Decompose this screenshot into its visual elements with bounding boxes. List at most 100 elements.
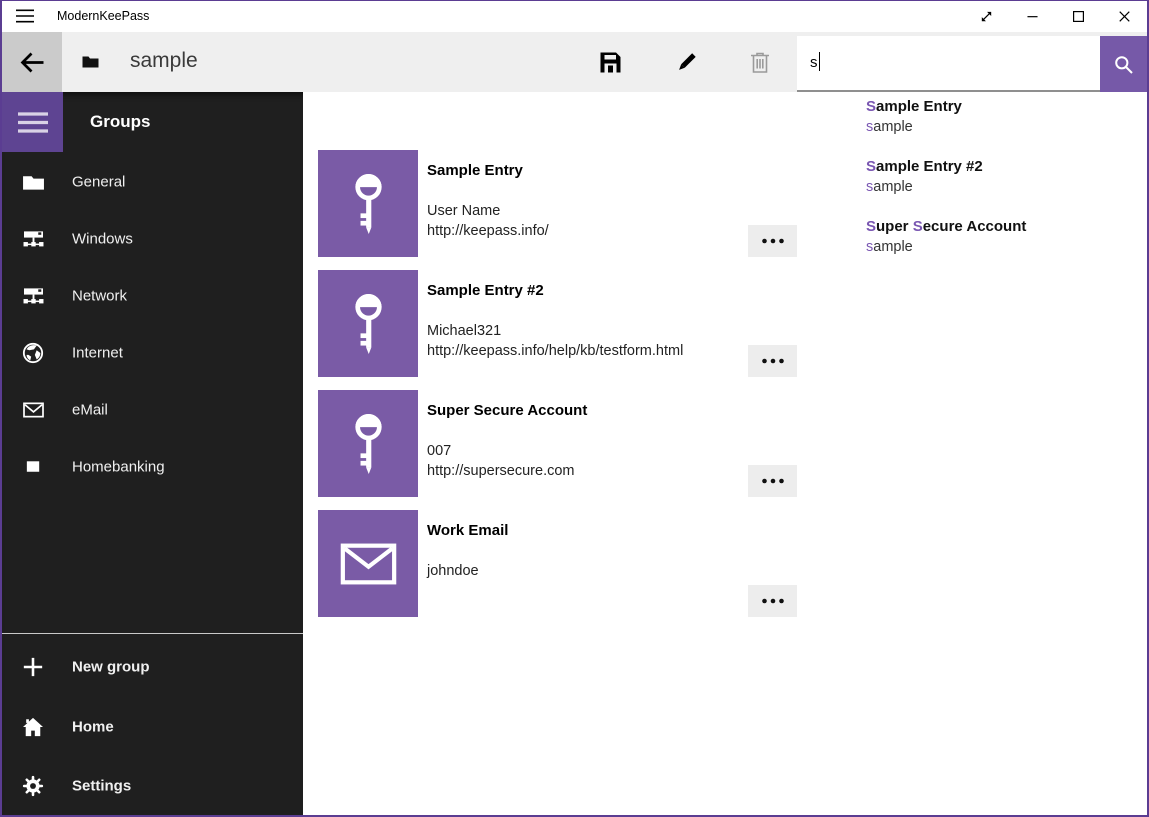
search-input[interactable]: s (797, 36, 1100, 92)
entry-tile[interactable] (318, 510, 418, 617)
minimize-button[interactable] (1009, 1, 1055, 32)
suggestion-entry-title: Sample Entry #2 (866, 158, 983, 175)
envelope-tile-icon (340, 542, 397, 586)
sidebar-item-label: Network (72, 287, 127, 304)
sidebar-item-homebanking[interactable]: Homebanking (2, 438, 303, 495)
window-controls (963, 1, 1147, 32)
ellipsis-icon (761, 358, 785, 364)
entry-url: http://keepass.info/ (427, 223, 549, 239)
search-suggestion-item[interactable]: Sample Entry #2 sample (797, 152, 1147, 212)
app-title: ModernKeePass (57, 1, 149, 32)
sidebar-separator (2, 633, 303, 634)
entry-url: http://supersecure.com (427, 463, 575, 479)
enter-full-screen-button[interactable] (963, 1, 1009, 32)
sidebar-item-new-group[interactable]: New group (2, 638, 303, 696)
suggestion-entry-title: Super Secure Account (866, 218, 1026, 235)
save-button[interactable] (586, 32, 634, 92)
pencil-icon (676, 52, 697, 73)
back-arrow-icon (20, 52, 45, 73)
suggestion-group-name: sample (866, 239, 913, 255)
menu-button[interactable] (2, 92, 63, 152)
suggestion-group-name: sample (866, 119, 913, 135)
sidebar-item-label: New group (72, 659, 150, 676)
back-button[interactable] (2, 32, 62, 92)
entry-title: Work Email (427, 522, 508, 539)
globe-icon (19, 342, 47, 364)
sidebar-item-windows[interactable]: Windows (2, 210, 303, 267)
network-icon (19, 286, 47, 305)
entry-more-button[interactable] (748, 225, 797, 257)
entry-row-sample-entry[interactable]: Sample Entry User Name http://keepass.in… (318, 150, 800, 257)
save-icon (600, 52, 621, 73)
sidebar-item-label: Windows (72, 230, 133, 247)
envelope-icon (19, 400, 47, 419)
home-icon (19, 717, 47, 737)
entry-url: http://keepass.info/help/kb/testform.htm… (427, 343, 683, 359)
ellipsis-icon (761, 238, 785, 244)
entry-more-button[interactable] (748, 585, 797, 617)
trash-icon (750, 51, 770, 73)
minimize-icon (1027, 11, 1038, 22)
sidebar-item-label: General (72, 173, 125, 190)
sidebar-item-label: Settings (72, 778, 131, 795)
search-suggestions: Sample Entry sample Sample Entry #2 samp… (797, 92, 1147, 276)
entry-row-sample-entry-2[interactable]: Sample Entry #2 Michael321 http://keepas… (318, 270, 800, 377)
hamburger-icon[interactable] (16, 9, 34, 23)
entry-username: 007 (427, 443, 451, 459)
sidebar-item-label: Homebanking (72, 458, 165, 475)
current-group-title: sample (130, 32, 198, 89)
text-caret (819, 52, 820, 71)
delete-button[interactable] (736, 32, 784, 92)
key-icon (346, 173, 391, 235)
entry-more-button[interactable] (748, 345, 797, 377)
close-icon (1119, 11, 1130, 22)
close-button[interactable] (1101, 1, 1147, 32)
titlebar: ModernKeePass (2, 1, 1147, 32)
edit-button[interactable] (662, 32, 710, 92)
entry-tile[interactable] (318, 150, 418, 257)
entry-username: Michael321 (427, 323, 501, 339)
search-value: s (810, 36, 820, 89)
entry-row-super-secure-account[interactable]: Super Secure Account 007 http://supersec… (318, 390, 800, 497)
ellipsis-icon (761, 598, 785, 604)
entry-username: User Name (427, 203, 500, 219)
folder-icon (19, 172, 47, 191)
entry-title: Sample Entry (427, 162, 523, 179)
sidebar-item-settings[interactable]: Settings (2, 757, 303, 815)
app-window: ModernKeePass sample (0, 0, 1149, 817)
square-icon (19, 457, 47, 476)
fullscreen-icon (979, 9, 994, 24)
sidebar-item-network[interactable]: Network (2, 267, 303, 324)
key-icon (346, 413, 391, 475)
entry-title: Super Secure Account (427, 402, 587, 419)
entry-username: johndoe (427, 563, 479, 579)
entry-row-work-email[interactable]: Work Email johndoe (318, 510, 800, 617)
maximize-icon (1073, 11, 1084, 22)
sidebar-item-label: Internet (72, 344, 123, 361)
key-icon (346, 293, 391, 355)
app-command-bar: sample s (2, 32, 1147, 92)
entry-more-button[interactable] (748, 465, 797, 497)
entry-tile[interactable] (318, 270, 418, 377)
maximize-button[interactable] (1055, 1, 1101, 32)
sidebar-item-label: Home (72, 719, 114, 736)
gear-icon (19, 775, 47, 797)
sidebar-item-general[interactable]: General (2, 153, 303, 210)
plus-icon (19, 656, 47, 678)
network-icon (19, 229, 47, 248)
sidebar-item-internet[interactable]: Internet (2, 324, 303, 381)
sidebar-item-email[interactable]: eMail (2, 381, 303, 438)
ellipsis-icon (761, 478, 785, 484)
group-folder-icon (82, 55, 99, 68)
suggestion-entry-title: Sample Entry (866, 98, 962, 115)
entry-tile[interactable] (318, 390, 418, 497)
search-button[interactable] (1100, 36, 1147, 92)
entry-title: Sample Entry #2 (427, 282, 544, 299)
sidebar-item-label: eMail (72, 401, 108, 418)
sidebar-item-home[interactable]: Home (2, 698, 303, 756)
suggestion-group-name: sample (866, 179, 913, 195)
groups-header: Groups (90, 92, 150, 152)
search-suggestion-item[interactable]: Sample Entry sample (797, 92, 1147, 152)
hamburger-icon (18, 112, 48, 133)
search-suggestion-item[interactable]: Super Secure Account sample (797, 212, 1147, 272)
